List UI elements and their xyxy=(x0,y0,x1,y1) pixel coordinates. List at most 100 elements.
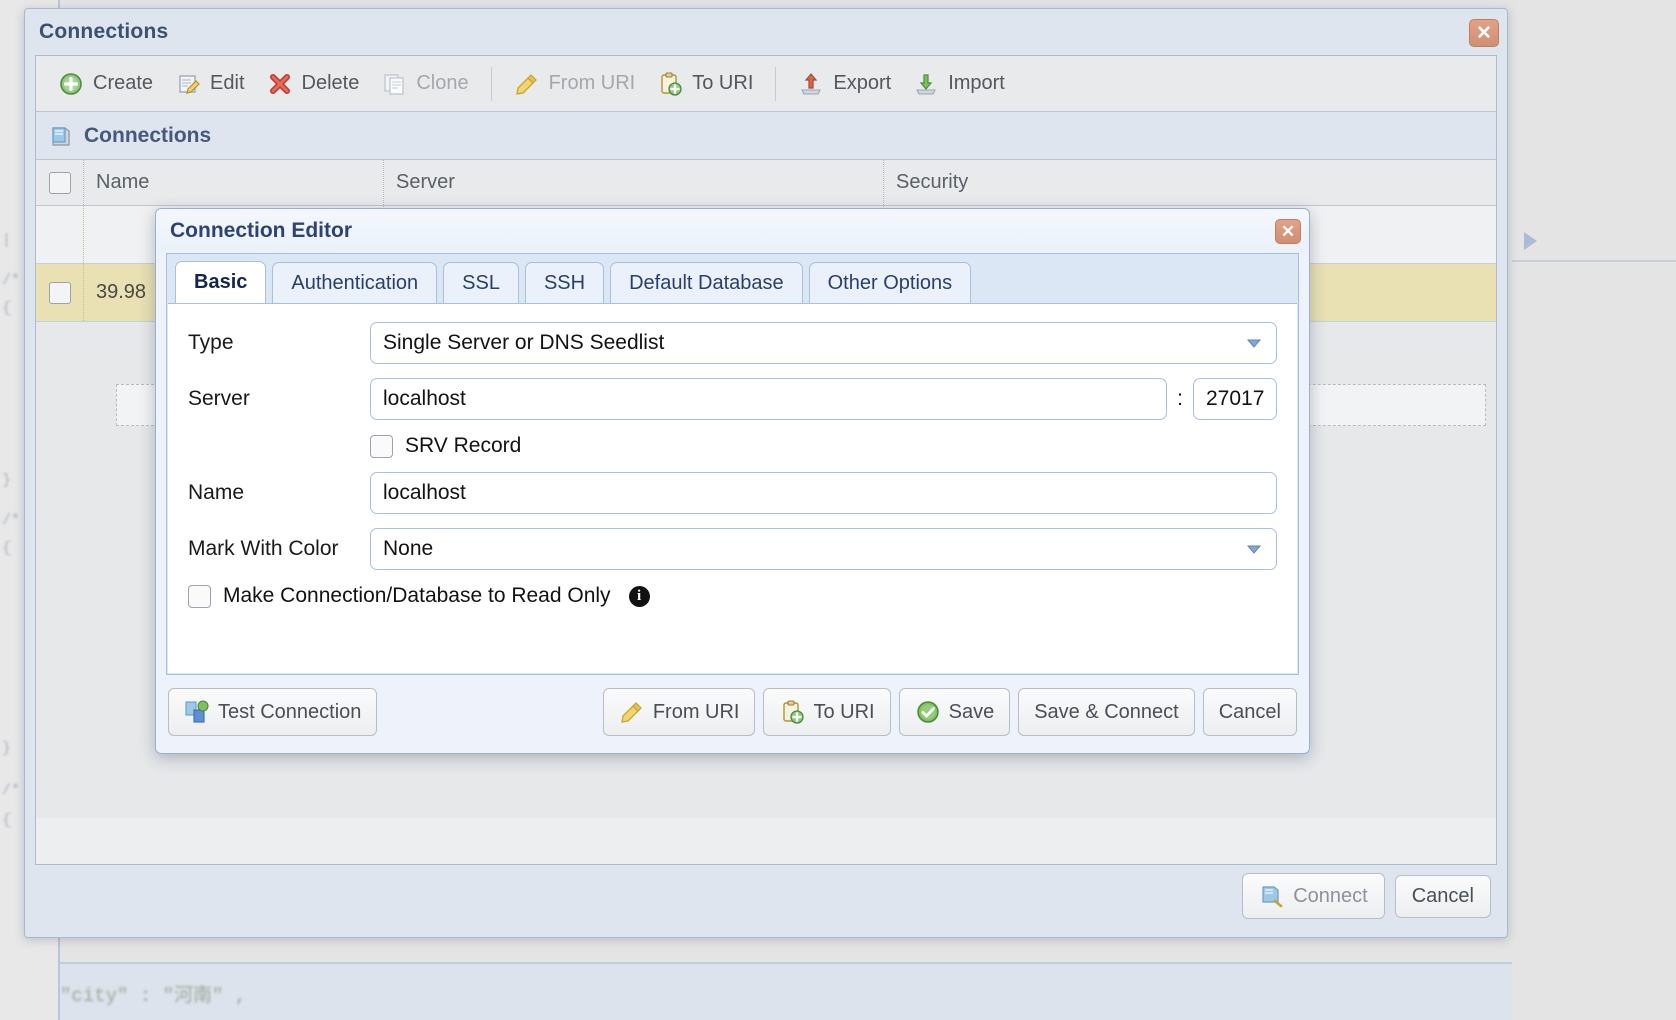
tab-default-database[interactable]: Default Database xyxy=(610,262,803,305)
section-title: Connections xyxy=(84,123,212,147)
dialog-to-uri-button[interactable]: To URI xyxy=(763,688,891,736)
pencil-note-icon xyxy=(179,74,200,94)
type-label: Type xyxy=(188,331,234,354)
info-icon[interactable]: i xyxy=(628,585,650,607)
code-line: /* xyxy=(2,782,21,799)
code-line: | xyxy=(2,232,12,249)
dialog-from-uri-button[interactable]: From URI xyxy=(602,688,756,736)
type-control xyxy=(370,322,1277,364)
code-line: /* xyxy=(2,512,21,529)
connect-button[interactable]: Connect xyxy=(1242,873,1385,919)
toolbar-edit-button[interactable]: Edit xyxy=(165,67,254,101)
cancel-button[interactable]: Cancel xyxy=(1394,874,1491,918)
cancel-button-label: Cancel xyxy=(1411,884,1474,907)
toolbar-create-button[interactable]: Create xyxy=(48,67,163,101)
clipboard-plus-icon xyxy=(661,71,682,96)
code-line: { xyxy=(2,300,12,317)
srv-record-checkbox[interactable] xyxy=(370,434,393,458)
code-line: { xyxy=(2,540,12,557)
row-checkbox-cell[interactable] xyxy=(36,206,84,263)
connections-toolbar: Create Edit Delete Clone From URI To URI… xyxy=(36,56,1496,112)
copy-pages-icon xyxy=(384,73,404,95)
close-icon[interactable]: ✕ xyxy=(1469,19,1499,47)
yellow-pencil-icon xyxy=(515,73,537,95)
green-check-icon xyxy=(916,701,939,723)
toolbar-separator xyxy=(490,66,492,101)
column-header-server[interactable]: Server xyxy=(384,160,884,205)
table-header-row: Name Server Security xyxy=(36,160,1496,206)
import-arrow-icon xyxy=(916,73,937,95)
field-row-mark-color: Mark With Color xyxy=(188,528,1277,570)
field-row-srv: SRV Record xyxy=(188,434,1277,458)
code-line: } xyxy=(2,740,12,757)
mark-color-select[interactable] xyxy=(370,528,1277,570)
connection-editor-dialog: Connection Editor ✕ Basic Authentication… xyxy=(155,208,1310,754)
server-control: : xyxy=(370,378,1277,420)
server-label: Server xyxy=(188,387,250,410)
type-select[interactable] xyxy=(370,322,1277,364)
select-all-checkbox[interactable] xyxy=(48,171,71,194)
toolbar-import-button[interactable]: Import xyxy=(903,67,1015,101)
yellow-pencil-icon xyxy=(621,702,642,723)
port-input[interactable] xyxy=(1193,378,1277,420)
name-control xyxy=(370,472,1277,514)
dialog-cancel-label: Cancel xyxy=(1218,700,1281,723)
toolbar-item-label: Import xyxy=(948,72,1005,94)
tab-other-options[interactable]: Other Options xyxy=(808,262,972,305)
tab-authentication[interactable]: Authentication xyxy=(272,262,438,305)
toolbar-to-uri-button[interactable]: To URI xyxy=(647,67,763,101)
column-header-name[interactable]: Name xyxy=(84,160,384,205)
toolbar-delete-button[interactable]: Delete xyxy=(257,67,370,101)
field-row-server: Server : xyxy=(188,378,1277,420)
name-input[interactable] xyxy=(370,472,1277,514)
srv-record-label: SRV Record xyxy=(405,434,522,457)
row-checkbox-cell[interactable] xyxy=(36,264,84,321)
servers-icon xyxy=(185,700,209,723)
test-connection-button[interactable]: Test Connection xyxy=(168,688,378,736)
tab-ssh[interactable]: SSH xyxy=(524,262,605,305)
row-checkbox[interactable] xyxy=(48,281,71,304)
field-row-type: Type xyxy=(188,322,1277,364)
dialog-to-uri-label: To URI xyxy=(813,700,875,723)
dialog-titlebar: Connection Editor ✕ xyxy=(156,209,1309,253)
tab-content-basic: Type Server : xyxy=(168,303,1297,673)
column-header-security[interactable]: Security xyxy=(884,160,1496,205)
export-arrow-icon xyxy=(801,72,822,95)
dialog-title: Connection Editor xyxy=(170,219,352,242)
dialog-action-buttons: From URI To URI Save Save & Connect Canc… xyxy=(602,688,1297,736)
database-server-icon xyxy=(52,126,70,146)
red-x-icon xyxy=(269,73,290,94)
background-bottom-strip xyxy=(60,962,1512,1020)
mark-color-label: Mark With Color xyxy=(188,537,339,560)
srv-control: SRV Record xyxy=(370,434,1277,458)
save-button-label: Save xyxy=(948,700,995,723)
connections-section-header: Connections xyxy=(36,112,1496,160)
save-and-connect-button[interactable]: Save & Connect xyxy=(1018,688,1195,736)
connect-button-label: Connect xyxy=(1293,884,1368,907)
dialog-cancel-button[interactable]: Cancel xyxy=(1202,688,1297,736)
server-input[interactable] xyxy=(370,378,1168,420)
toolbar-item-label: Create xyxy=(93,72,154,94)
database-connect-icon xyxy=(1262,886,1283,908)
read-only-checkbox[interactable] xyxy=(188,584,211,608)
dialog-tabs: Basic Authentication SSL SSH Default Dat… xyxy=(167,254,1298,306)
triangle-right-icon[interactable] xyxy=(1524,232,1537,250)
test-connection-label: Test Connection xyxy=(218,700,362,723)
background-right-divider xyxy=(1512,260,1676,262)
connections-titlebar: Connections ✕ xyxy=(25,9,1507,55)
name-label: Name xyxy=(188,481,245,504)
save-and-connect-label: Save & Connect xyxy=(1034,700,1179,723)
tab-basic[interactable]: Basic xyxy=(175,261,267,306)
toolbar-clone-button[interactable]: Clone xyxy=(371,67,478,101)
dialog-from-uri-label: From URI xyxy=(652,700,740,723)
tab-ssl[interactable]: SSL xyxy=(443,262,519,305)
toolbar-export-button[interactable]: Export xyxy=(788,67,901,101)
toolbar-item-label: Delete xyxy=(301,72,360,94)
toolbar-item-label: Clone xyxy=(416,72,469,94)
toolbar-from-uri-button[interactable]: From URI xyxy=(504,67,646,101)
close-icon[interactable]: ✕ xyxy=(1275,219,1301,244)
select-all-header[interactable] xyxy=(36,160,84,205)
save-button[interactable]: Save xyxy=(898,688,1011,736)
page-title: Connections xyxy=(39,20,169,43)
port-separator: : xyxy=(1177,387,1183,410)
